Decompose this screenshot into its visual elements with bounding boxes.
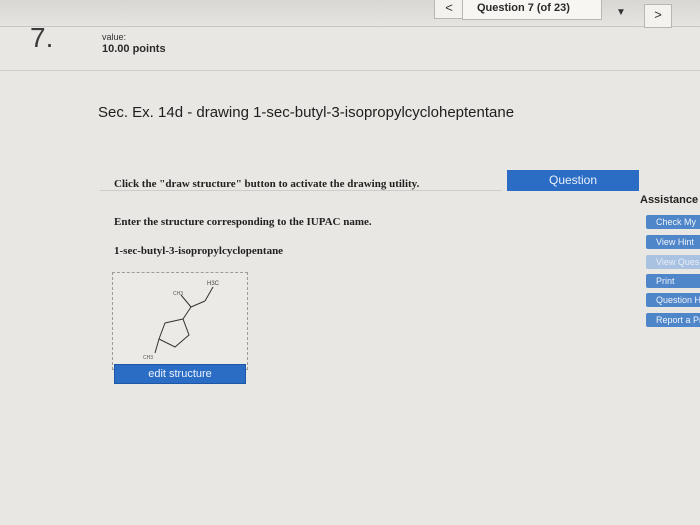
previous-question-button[interactable]: <: [434, 0, 464, 19]
tab-question[interactable]: Question: [507, 170, 639, 191]
next-question-button[interactable]: >: [644, 4, 672, 28]
question-title: Sec. Ex. 14d - drawing 1-sec-butyl-3-iso…: [98, 104, 515, 121]
label-h3c: H3C: [207, 281, 220, 287]
value-label: value:: [102, 32, 127, 42]
bond-chain-branch: [190, 300, 206, 308]
question-help-button[interactable]: Question H: [646, 293, 700, 307]
points-value: 10.00 points: [102, 43, 166, 55]
question-number: 7.: [30, 22, 54, 53]
molecule-drawing: H3C CH3 CH3: [143, 281, 220, 361]
label-ch3: CH3: [173, 291, 183, 297]
bond-branch-to-h3c: [204, 286, 214, 302]
iupac-name: 1-sec-butyl-3-isopropylcyclopentane: [114, 245, 284, 257]
assistance-title: Assistance: [640, 194, 699, 206]
check-my-work-button[interactable]: Check My: [646, 215, 700, 229]
bond-ring-to-lower: [154, 338, 160, 354]
content-divider: [100, 190, 502, 191]
divider: [0, 70, 700, 71]
label-ch3-lower: CH3: [143, 355, 153, 361]
question-selector[interactable]: Question 7 (of 23): [462, 0, 602, 20]
structure-preview[interactable]: H3C CH3 CH3: [112, 272, 248, 370]
edit-structure-button[interactable]: edit structure: [114, 364, 246, 384]
top-nav-bar: < Question 7 (of 23) ▼ >: [0, 0, 700, 28]
bond-ring-to-chain: [182, 306, 192, 320]
view-question-button[interactable]: View Ques: [646, 255, 700, 269]
chevron-down-icon[interactable]: ▼: [614, 7, 628, 21]
instruction-draw: Click the "draw structure" button to act…: [114, 178, 420, 190]
print-button[interactable]: Print: [646, 274, 700, 288]
cyclopentane-ring: [158, 318, 190, 348]
view-hint-button[interactable]: View Hint: [646, 235, 700, 249]
report-problem-button[interactable]: Report a Pr: [646, 313, 700, 327]
instruction-enter: Enter the structure corresponding to the…: [114, 216, 372, 228]
